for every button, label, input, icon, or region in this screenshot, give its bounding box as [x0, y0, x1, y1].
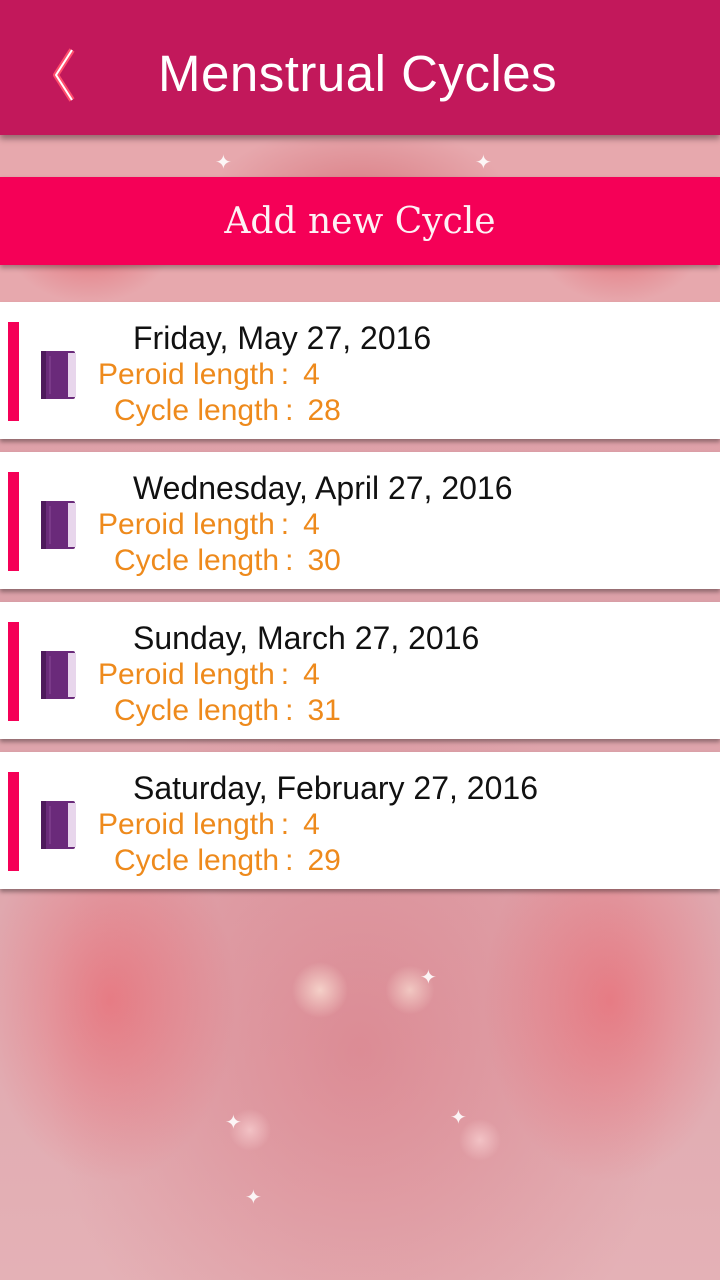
period-length-row: Peroid length:4 [98, 658, 320, 692]
cycle-length-row: Cycle length:28 [114, 394, 341, 428]
separator: : [280, 508, 290, 541]
accent-bar [8, 772, 19, 871]
cycle-length-row: Cycle length:30 [114, 544, 341, 578]
cycle-length-value: 29 [307, 844, 341, 877]
book-icon [41, 651, 76, 699]
cycle-date: Wednesday, April 27, 2016 [133, 470, 513, 506]
period-length-label: Peroid length [98, 358, 275, 391]
cycle-length-row: Cycle length:31 [114, 694, 341, 728]
separator: : [285, 394, 294, 427]
cycle-date: Friday, May 27, 2016 [133, 320, 432, 356]
add-new-cycle-button[interactable]: Add new Cycle [0, 177, 720, 265]
app-bar: Menstrual Cycles [0, 0, 720, 135]
period-length-row: Peroid length:4 [98, 358, 320, 392]
sparkle-icon: ✦ [215, 150, 232, 174]
period-length-label: Peroid length [98, 808, 275, 841]
separator: : [280, 358, 290, 391]
accent-bar [8, 322, 19, 421]
accent-bar [8, 472, 19, 571]
book-icon [41, 801, 76, 849]
separator: : [285, 694, 294, 727]
period-length-label: Peroid length [98, 508, 275, 541]
cycle-date: Sunday, March 27, 2016 [133, 620, 480, 656]
cycle-length-value: 30 [307, 544, 341, 577]
separator: : [280, 658, 290, 691]
period-length-row: Peroid length:4 [98, 508, 320, 542]
book-icon [41, 351, 76, 399]
cycle-date: Saturday, February 27, 2016 [133, 770, 538, 806]
chevron-left-icon [53, 48, 75, 102]
period-length-row: Peroid length:4 [98, 808, 320, 842]
sparkle-icon: ✦ [475, 150, 492, 174]
separator: : [280, 808, 290, 841]
cycle-length-label: Cycle length [114, 544, 280, 577]
page-title: Menstrual Cycles [158, 45, 558, 102]
separator: : [285, 844, 294, 877]
period-length-value: 4 [303, 658, 320, 691]
back-button[interactable] [38, 40, 88, 110]
cycle-length-row: Cycle length:29 [114, 844, 341, 878]
sparkle-icon: ✦ [245, 1185, 262, 1209]
cycle-card[interactable]: Saturday, February 27, 2016 Peroid lengt… [0, 752, 720, 889]
book-icon [41, 501, 76, 549]
cycle-card[interactable]: Friday, May 27, 2016 Peroid length:4 Cyc… [0, 302, 720, 439]
sparkle-icon: ✦ [420, 965, 437, 989]
separator: : [285, 544, 294, 577]
sparkle-icon: ✦ [225, 1110, 242, 1134]
period-length-value: 4 [303, 508, 320, 541]
period-length-value: 4 [303, 358, 320, 391]
cycle-length-value: 28 [307, 394, 341, 427]
cycle-length-value: 31 [307, 694, 341, 727]
cycle-card[interactable]: Sunday, March 27, 2016 Peroid length:4 C… [0, 602, 720, 739]
accent-bar [8, 622, 19, 721]
cycle-card[interactable]: Wednesday, April 27, 2016 Peroid length:… [0, 452, 720, 589]
period-length-value: 4 [303, 808, 320, 841]
cycle-length-label: Cycle length [114, 694, 280, 727]
sparkle-icon: ✦ [450, 1105, 467, 1129]
period-length-label: Peroid length [98, 658, 275, 691]
cycle-length-label: Cycle length [114, 394, 280, 427]
cycle-length-label: Cycle length [114, 844, 280, 877]
